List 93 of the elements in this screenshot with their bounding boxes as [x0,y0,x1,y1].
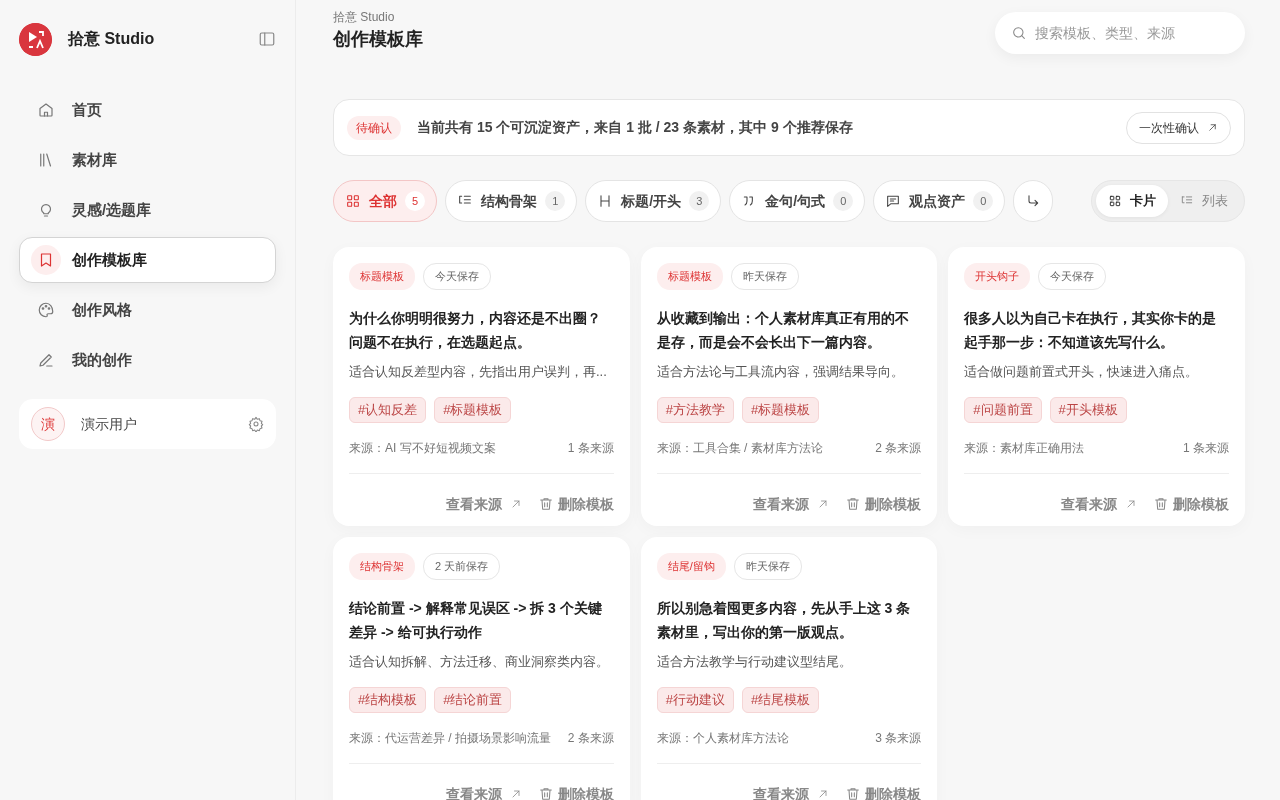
view-source-link[interactable]: 查看来源 [753,783,830,800]
source-count: 3 条来源 [875,729,922,747]
filter-tab[interactable]: 标题/开头 3 [585,180,722,222]
delete-button[interactable]: 删除模板 [537,783,614,800]
view-source-link[interactable]: 查看来源 [445,493,522,515]
card-title: 所以别急着囤更多内容，先从手上这 3 条素材里，写出你的第一版观点。 [656,598,912,642]
tag[interactable]: #标题模板 [741,397,820,423]
search-icon [1011,25,1027,41]
filter-tab[interactable] [1013,180,1054,222]
user-name: 演示用户 [81,414,138,434]
filter-tab[interactable]: 全部 5 [333,180,438,222]
delete-button[interactable]: 删除模板 [537,493,614,515]
type-badge: 标题模板 [349,263,415,290]
notice-text: 当前共有 15 个可沉淀资产，来自 1 批 / 23 条素材，其中 9 个推荐保存 [417,118,854,137]
trash-icon [537,786,554,800]
status-badge: 待确认 [347,115,401,140]
filter-tab[interactable]: 结构骨架 1 [445,180,578,222]
source-text: 来源：个人素材库方法论 [656,729,789,747]
comment-icon [885,193,902,209]
source-text: 来源：代运营差异 / 拍摄场景影响流量 [349,729,551,747]
saved-badge: 昨天保存 [730,263,799,290]
tag[interactable]: #问题前置 [964,397,1042,423]
sidebar-toggle-icon[interactable] [258,30,276,48]
brand-name: 拾意 Studio [68,29,156,49]
nav-item[interactable]: 创作模板库 [19,237,276,283]
breadcrumb: 拾意 Studio [333,9,396,26]
source-count: 2 条来源 [567,729,614,747]
card-description: 适合方法论与工具流内容，强调结果导向。 [656,362,905,381]
card-title: 从收藏到输出：个人素材库真正有用的不是存，而是会不会长出下一篇内容。 [656,308,910,352]
page-title: 创作模板库 [333,28,423,51]
view-source-link[interactable]: 查看来源 [753,493,830,515]
type-badge: 结构骨架 [349,553,415,580]
card-description: 适合方法教学与行动建议型结尾。 [656,652,853,671]
pencil-icon [37,351,55,369]
saved-badge: 今天保存 [423,263,491,290]
user-avatar: 演 [31,407,65,441]
source-text: 来源：素材库正确用法 [964,439,1085,457]
tag[interactable]: #结构模板 [349,687,427,713]
delete-button[interactable]: 删除模板 [845,493,922,515]
source-text: 来源：工具合集 / 素材库方法论 [656,439,823,457]
palette-icon [37,301,55,319]
confirm-button[interactable]: 一次性确认 [1126,111,1231,144]
view-toggle[interactable]: 列表 [1168,185,1240,217]
tag[interactable]: #结尾模板 [741,687,820,713]
logo-icon [19,22,52,56]
nav-item[interactable]: 灵感/选题库 [19,187,276,233]
tag[interactable]: #标题模板 [434,397,512,423]
grid-icon [345,193,361,209]
nav-item[interactable]: 首页 [19,87,276,133]
tag[interactable]: #方法教学 [656,397,734,423]
search-field[interactable]: 搜索模板、类型、来源 [995,12,1245,54]
tag[interactable]: #认知反差 [349,397,427,423]
saved-badge: 昨天保存 [733,553,802,580]
filter-tab[interactable]: 观点资产 0 [873,180,1006,222]
card-title: 结论前置 -> 解释常见误区 -> 拆 3 个关键差异 -> 给可执行动作 [349,598,603,642]
tag[interactable]: #行动建议 [656,687,734,713]
arrow-icon [1207,122,1218,133]
nav-item[interactable]: 素材库 [19,137,276,183]
view-source-link[interactable]: 查看来源 [445,783,522,800]
card-title: 很多人以为自己卡在执行，其实你卡的是起手那一步：不知道该先写什么。 [964,308,1218,352]
filter-tab[interactable]: 金句/句式 0 [729,180,866,222]
saved-badge: 2 天前保存 [423,553,501,580]
source-count: 1 条来源 [567,439,614,457]
arrow-icon [1125,498,1137,510]
trash-icon [845,496,862,512]
home-icon [37,101,55,119]
arrow-icon [817,788,830,800]
type-badge: 开头钩子 [964,263,1031,290]
card-title: 为什么你明明很努力，内容还是不出圈？问题不在执行，在选题起点。 [349,308,602,352]
view-source-link[interactable]: 查看来源 [1061,493,1137,515]
nav-item[interactable]: 创作风格 [19,287,276,333]
card-description: 适合认知拆解、方法迁移、商业洞察类内容。 [349,652,610,671]
trash-icon [1153,496,1169,512]
trash-icon [537,496,554,512]
source-count: 1 条来源 [1182,439,1229,457]
settings-icon[interactable] [248,416,264,432]
grid-icon [1108,194,1122,208]
delete-button[interactable]: 删除模板 [845,783,922,800]
card-description: 适合认知反差型内容，先指出用户误判，再... [349,362,608,381]
source-text: 来源：AI 写不好短视频文案 [349,439,496,457]
arrow-icon [817,498,830,510]
trash-icon [845,786,862,800]
source-count: 2 条来源 [875,439,922,457]
type-badge: 标题模板 [656,263,723,290]
nav-item[interactable]: 我的创作 [19,337,276,383]
delete-button[interactable]: 删除模板 [1153,493,1229,515]
saved-badge: 今天保存 [1038,263,1107,290]
card-description: 适合做问题前置式开头，快速进入痛点。 [964,362,1200,381]
tag[interactable]: #开头模板 [1049,397,1127,423]
user-card[interactable]: 演 演示用户 [19,399,276,449]
view-toggle[interactable]: 卡片 [1096,185,1168,217]
type-badge: 结尾/留钩 [656,553,726,580]
tag[interactable]: #结论前置 [434,687,512,713]
